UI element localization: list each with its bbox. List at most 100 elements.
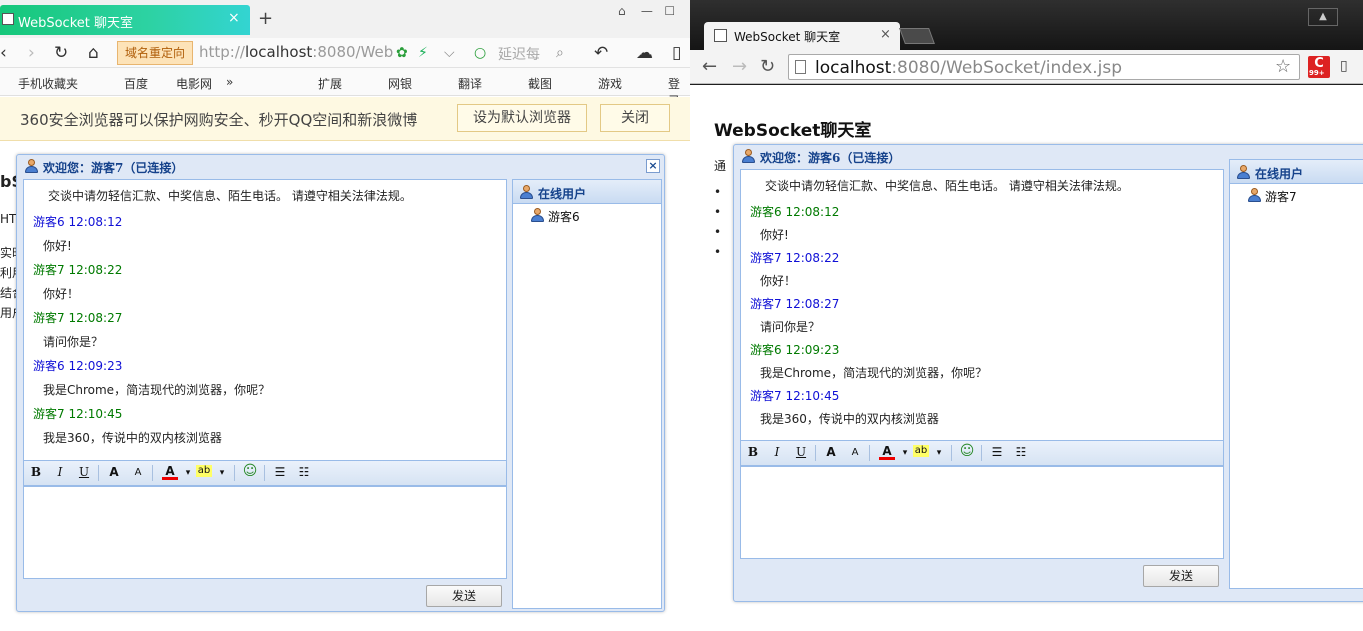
- undo-icon[interactable]: ↶: [594, 43, 608, 63]
- cloud-icon[interactable]: ☁: [636, 43, 653, 63]
- online-user[interactable]: 游客6: [548, 208, 580, 225]
- back-icon[interactable]: ‹: [0, 43, 7, 63]
- underline-button[interactable]: U: [793, 445, 809, 459]
- chat-dialog: 欢迎您：游客6（已连接） 交谈中请勿轻信汇款、中奖信息、陌生电话。 请遵守相关法…: [733, 144, 1363, 602]
- close-tab-icon[interactable]: ×: [228, 10, 240, 26]
- ext-games[interactable]: 游戏: [598, 75, 622, 92]
- window-controls[interactable]: ⌂ — ☐: [618, 4, 675, 18]
- message-header: 游客6 12:09:23: [750, 343, 840, 357]
- fav-more[interactable]: »: [226, 75, 233, 89]
- message-body: 你好！: [760, 274, 797, 288]
- send-button[interactable]: 发送: [426, 585, 502, 607]
- ordered-list-icon[interactable]: ☰: [989, 445, 1005, 459]
- toolbar-separator: [869, 445, 870, 461]
- dropdown-icon[interactable]: ▾: [180, 468, 196, 478]
- address-bar[interactable]: http://localhost:8080/Web: [199, 43, 393, 61]
- security-icon[interactable]: ✿: [396, 45, 408, 61]
- italic-button[interactable]: I: [52, 465, 68, 479]
- unordered-list-icon[interactable]: ☷: [1013, 445, 1029, 459]
- close-notice-button[interactable]: 关闭: [600, 104, 670, 132]
- message-body: 请问你是？: [43, 335, 104, 349]
- reload-icon[interactable]: ↻: [54, 43, 68, 63]
- profile-icon[interactable]: ▲: [1308, 8, 1338, 26]
- chrome-window: ▲ WebSocket 聊天室 × ← → ↻ localhost:8080/W…: [690, 0, 1363, 631]
- chat-notice: 交谈中请勿轻信汇款、中奖信息、陌生电话。 请遵守相关法律法规。: [48, 189, 412, 203]
- back-icon[interactable]: ←: [702, 56, 717, 77]
- forward-icon[interactable]: →: [732, 56, 747, 77]
- toolbar-separator: [981, 445, 982, 461]
- ext-bank[interactable]: 网银: [388, 75, 412, 92]
- dropdown-icon[interactable]: ▾: [931, 448, 947, 458]
- url-scheme: http://: [199, 43, 245, 61]
- font-color-button[interactable]: A: [879, 445, 895, 460]
- redirect-badge[interactable]: 域名重定向: [117, 41, 193, 65]
- dropdown-icon[interactable]: ▾: [214, 468, 230, 478]
- forward-icon[interactable]: ›: [28, 43, 35, 63]
- font-shrink-button[interactable]: A: [130, 467, 146, 478]
- message-body: 你好！: [43, 287, 80, 301]
- font-grow-button[interactable]: A: [106, 465, 122, 479]
- ordered-list-icon[interactable]: ☰: [272, 465, 288, 479]
- close-tab-icon[interactable]: ×: [880, 27, 891, 42]
- fav-mobile[interactable]: 手机收藏夹: [18, 75, 78, 92]
- title-bar: ▲ WebSocket 聊天室 ×: [690, 0, 1363, 50]
- chat-dialog-title[interactable]: 欢迎您：游客7（已连接）: [17, 155, 664, 177]
- ext-screenshot[interactable]: 截图: [528, 75, 552, 92]
- online-users-panel: 在线用户 游客6: [512, 179, 662, 609]
- url-host: localhost: [244, 43, 313, 61]
- fav-movies[interactable]: 电影网: [176, 75, 212, 92]
- emoticon-icon[interactable]: ☺: [959, 443, 975, 459]
- fav-baidu[interactable]: 百度: [124, 75, 148, 92]
- dropdown-icon[interactable]: ⌵: [444, 45, 455, 61]
- online-user[interactable]: 游客7: [1265, 188, 1297, 205]
- phone-icon[interactable]: ▯: [672, 43, 681, 63]
- toolbar-separator: [951, 445, 952, 461]
- extension-icon[interactable]: C 99+: [1308, 56, 1330, 78]
- favicon-icon: [714, 29, 727, 42]
- menu-icon[interactable]: ▯: [1340, 58, 1348, 74]
- underline-button[interactable]: U: [76, 465, 92, 479]
- search-input[interactable]: 延迟每: [498, 44, 540, 64]
- message-body: 我是360，传说中的双内核浏览器: [43, 431, 222, 445]
- send-button[interactable]: 发送: [1143, 565, 1219, 587]
- tab-title: WebSocket 聊天室: [18, 16, 133, 31]
- message-editor[interactable]: [740, 466, 1224, 559]
- font-grow-button[interactable]: A: [823, 445, 839, 459]
- editor-toolbar: B I U A A A ▾ ab ▾ ☺ ☰ ☷: [23, 460, 507, 486]
- message-editor[interactable]: [23, 486, 507, 579]
- unordered-list-icon[interactable]: ☷: [296, 465, 312, 479]
- tab-websocket[interactable]: WebSocket 聊天室 ×: [704, 22, 900, 50]
- search-engine-icon[interactable]: ○: [474, 45, 486, 61]
- reload-icon[interactable]: ↻: [760, 56, 775, 77]
- italic-button[interactable]: I: [769, 445, 785, 459]
- dropdown-icon[interactable]: ▾: [897, 448, 913, 458]
- font-shrink-button[interactable]: A: [847, 447, 863, 458]
- ext-translate[interactable]: 翻译: [458, 75, 482, 92]
- message-body: 请问你是？: [760, 320, 821, 334]
- message-list[interactable]: 交谈中请勿轻信汇款、中奖信息、陌生电话。 请遵守相关法律法规。 游客6 12:0…: [740, 169, 1224, 451]
- close-icon[interactable]: ×: [646, 159, 660, 173]
- search-icon[interactable]: ⌕: [556, 45, 564, 61]
- bold-button[interactable]: B: [745, 445, 761, 459]
- font-color-button[interactable]: A: [162, 465, 178, 480]
- home-icon[interactable]: ⌂: [88, 43, 99, 63]
- bold-button[interactable]: B: [28, 465, 44, 479]
- toolbar-separator: [152, 465, 153, 481]
- emoticon-icon[interactable]: ☺: [242, 463, 258, 479]
- ext-extensions[interactable]: 扩展: [318, 75, 342, 92]
- notice-text: 360安全浏览器可以保护网购安全、秒开QQ空间和新浪微博: [20, 111, 418, 129]
- highlight-button[interactable]: ab: [196, 465, 212, 477]
- highlight-button[interactable]: ab: [913, 445, 929, 457]
- bookmark-star-icon[interactable]: ☆: [1275, 56, 1291, 77]
- address-bar[interactable]: localhost:8080/WebSocket/index.jsp ☆: [788, 54, 1300, 80]
- new-tab-button[interactable]: [899, 28, 935, 44]
- message-header: 游客7 12:10:45: [750, 389, 840, 403]
- message-list[interactable]: 交谈中请勿轻信汇款、中奖信息、陌生电话。 请遵守相关法律法规。 游客6 12:0…: [23, 179, 507, 461]
- set-default-button[interactable]: 设为默认浏览器: [457, 104, 587, 132]
- new-tab-button[interactable]: +: [258, 8, 273, 29]
- message-header: 游客7 12:08:27: [33, 311, 123, 325]
- message-header: 游客7 12:10:45: [33, 407, 123, 421]
- tab-websocket[interactable]: WebSocket 聊天室 ×: [0, 5, 250, 35]
- speed-icon[interactable]: ⚡: [418, 45, 428, 61]
- message-body: 你好!: [760, 228, 789, 242]
